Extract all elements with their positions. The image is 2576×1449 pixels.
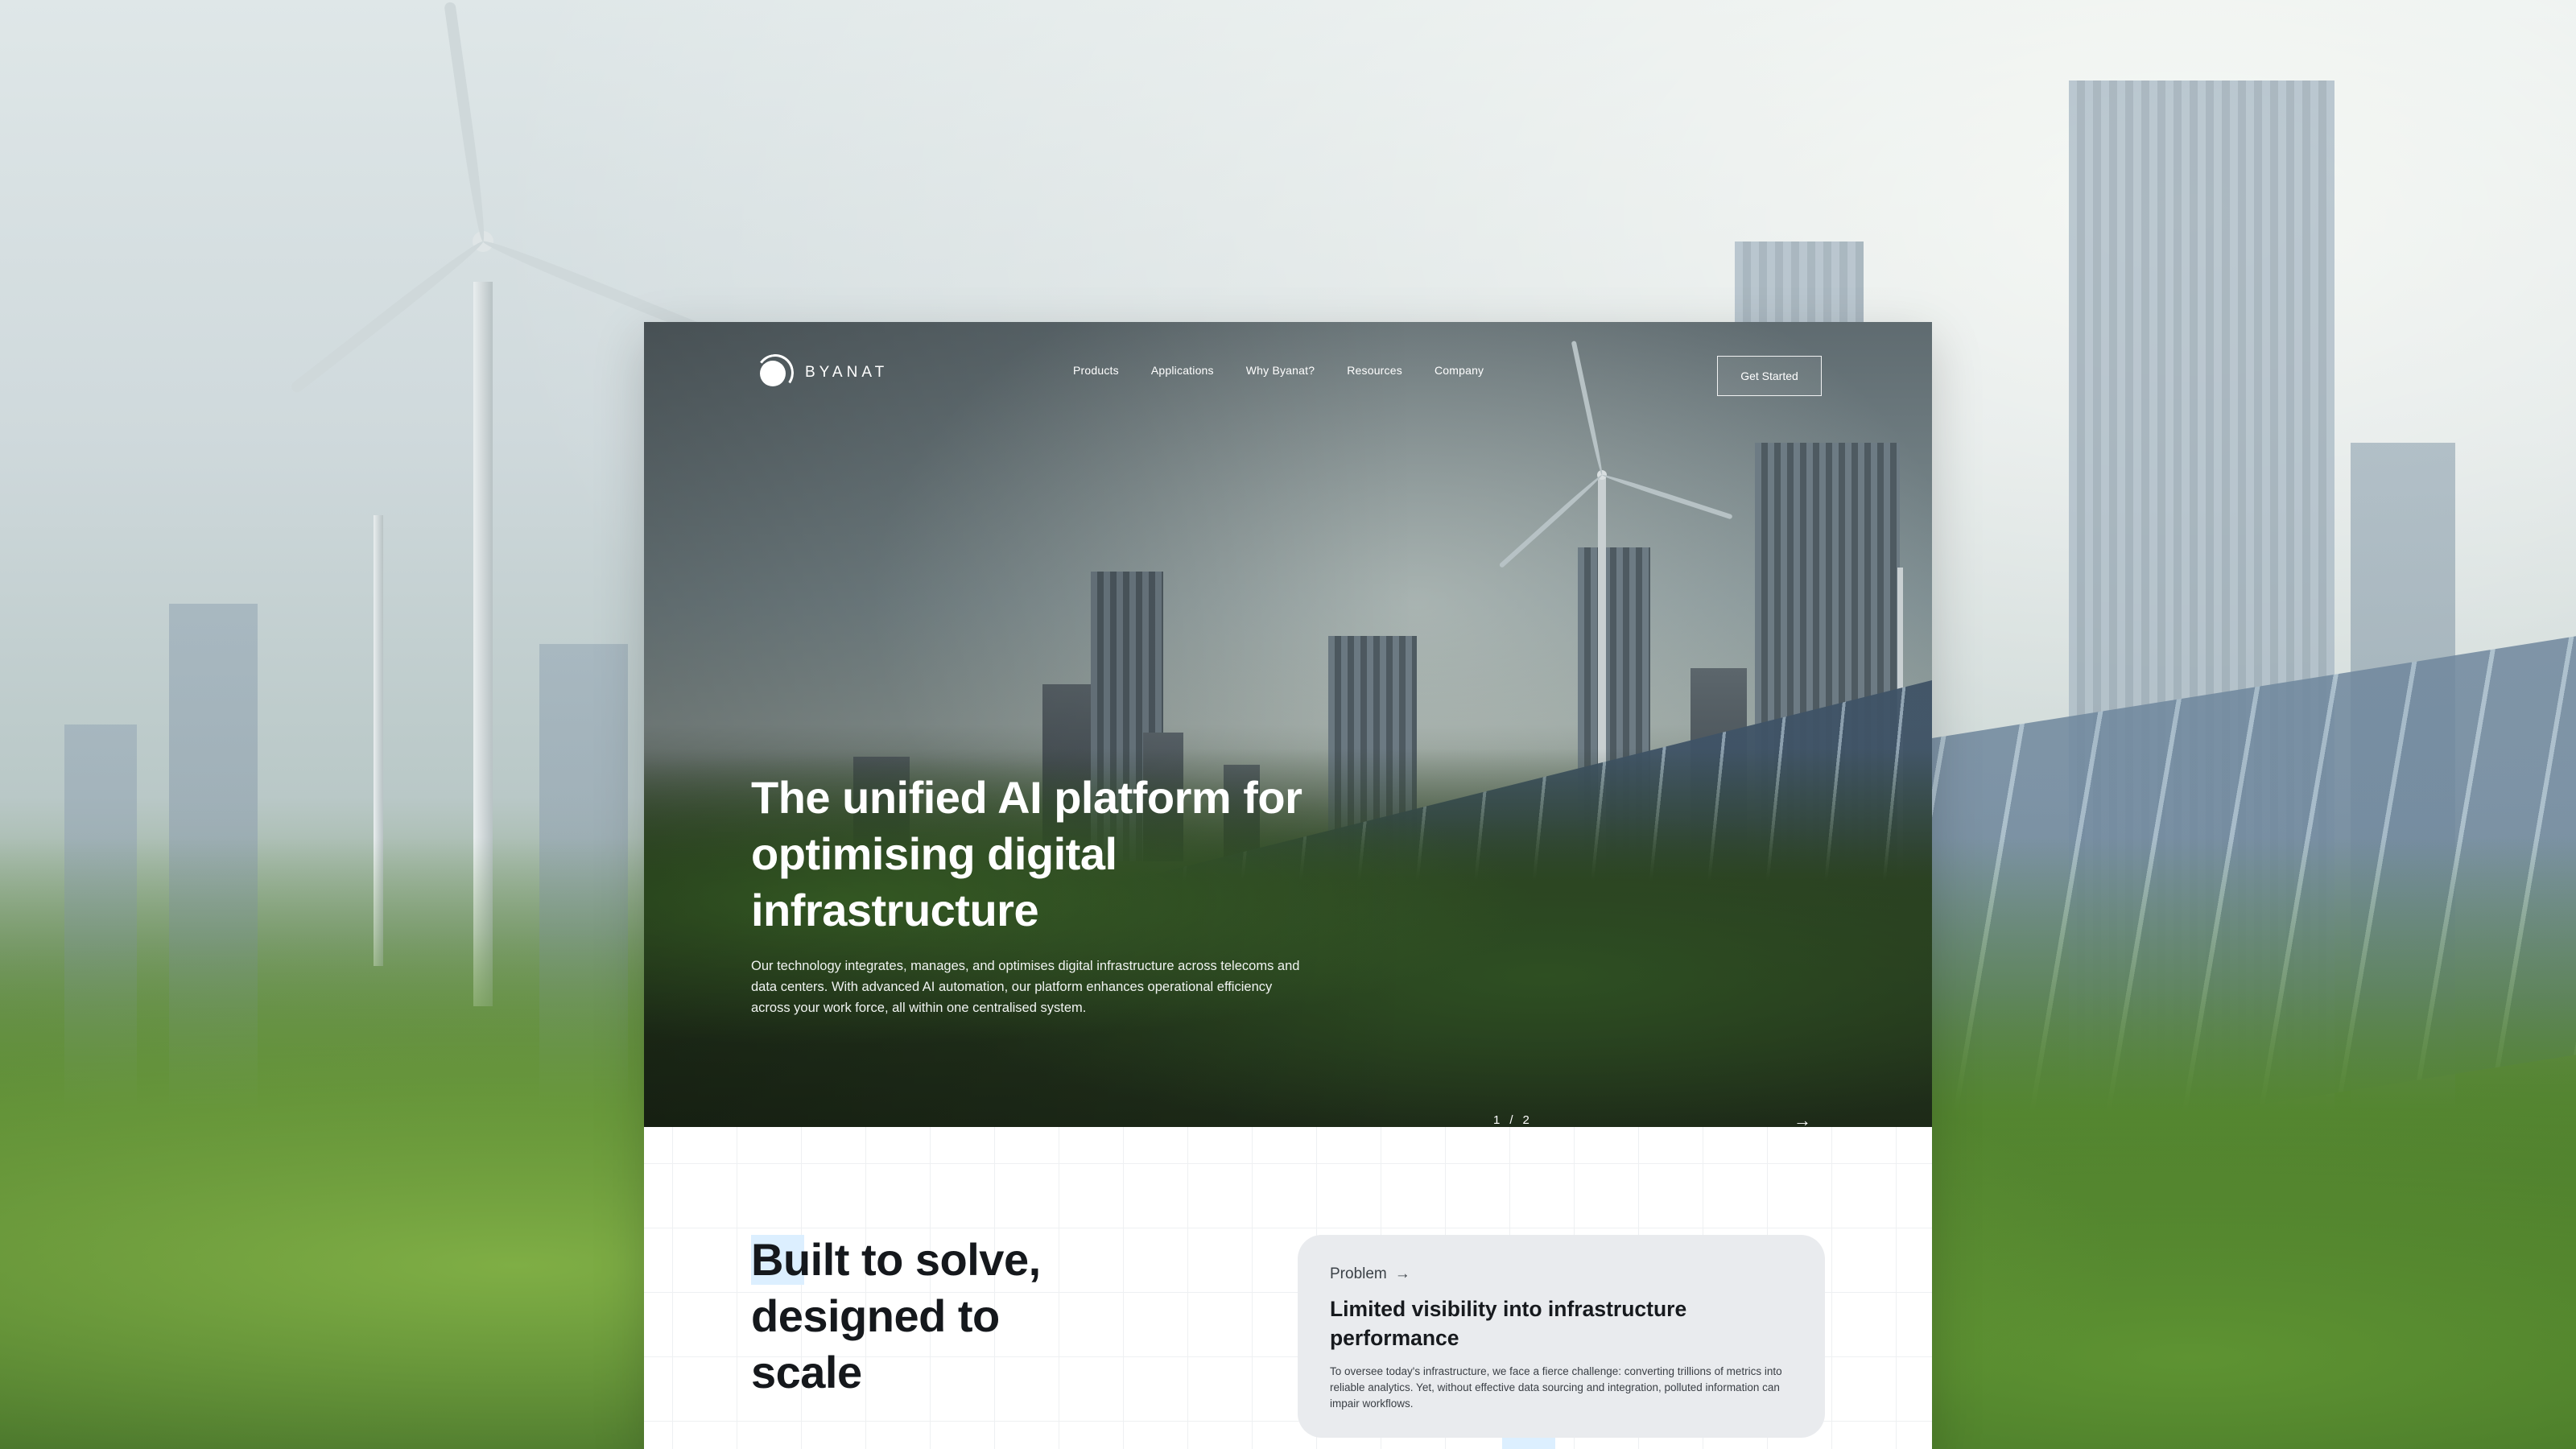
website-preview: BYANAT Products Applications Why Byanat?… <box>644 322 1932 1449</box>
solutions-section: Built to solve, designed to scale Proble… <box>644 1127 1932 1449</box>
get-started-button[interactable]: Get Started <box>1717 356 1822 396</box>
slider-separator: / <box>1509 1113 1515 1127</box>
main-nav: Products Applications Why Byanat? Resour… <box>1073 364 1484 377</box>
section-title: Built to solve, designed to scale <box>751 1234 1041 1397</box>
brand-name: BYANAT <box>805 364 889 381</box>
byanat-logo-icon <box>753 351 797 394</box>
nav-item-applications[interactable]: Applications <box>1151 364 1214 377</box>
nav-item-why-byanat[interactable]: Why Byanat? <box>1246 364 1315 377</box>
nav-item-company[interactable]: Company <box>1435 364 1484 377</box>
problem-card[interactable]: Problem → Limited visibility into infras… <box>1298 1235 1825 1438</box>
slider-counter: 1 / 2 <box>1493 1113 1531 1127</box>
arrow-right-icon[interactable]: → <box>1794 1112 1811 1129</box>
slider-current: 1 <box>1493 1113 1502 1127</box>
nav-item-resources[interactable]: Resources <box>1347 364 1402 377</box>
nav-item-products[interactable]: Products <box>1073 364 1119 377</box>
slider-total: 2 <box>1522 1113 1531 1127</box>
card-accent <box>1502 1436 1555 1449</box>
problem-tag-label: Problem <box>1330 1265 1387 1282</box>
brand-logo[interactable]: BYANAT <box>753 351 889 394</box>
hero-headline: The unified AI platform for optimising d… <box>751 772 1302 935</box>
problem-title: Limited visibility into infrastructure p… <box>1330 1297 1687 1350</box>
hero-section: BYANAT Products Applications Why Byanat?… <box>644 322 1932 1127</box>
problem-body: To oversee today's infrastructure, we fa… <box>1330 1365 1782 1410</box>
hero-subtext: Our technology integrates, manages, and … <box>751 959 1300 1015</box>
problem-tag: Problem → <box>1330 1265 1793 1283</box>
arrow-right-icon: → <box>1394 1265 1410 1282</box>
